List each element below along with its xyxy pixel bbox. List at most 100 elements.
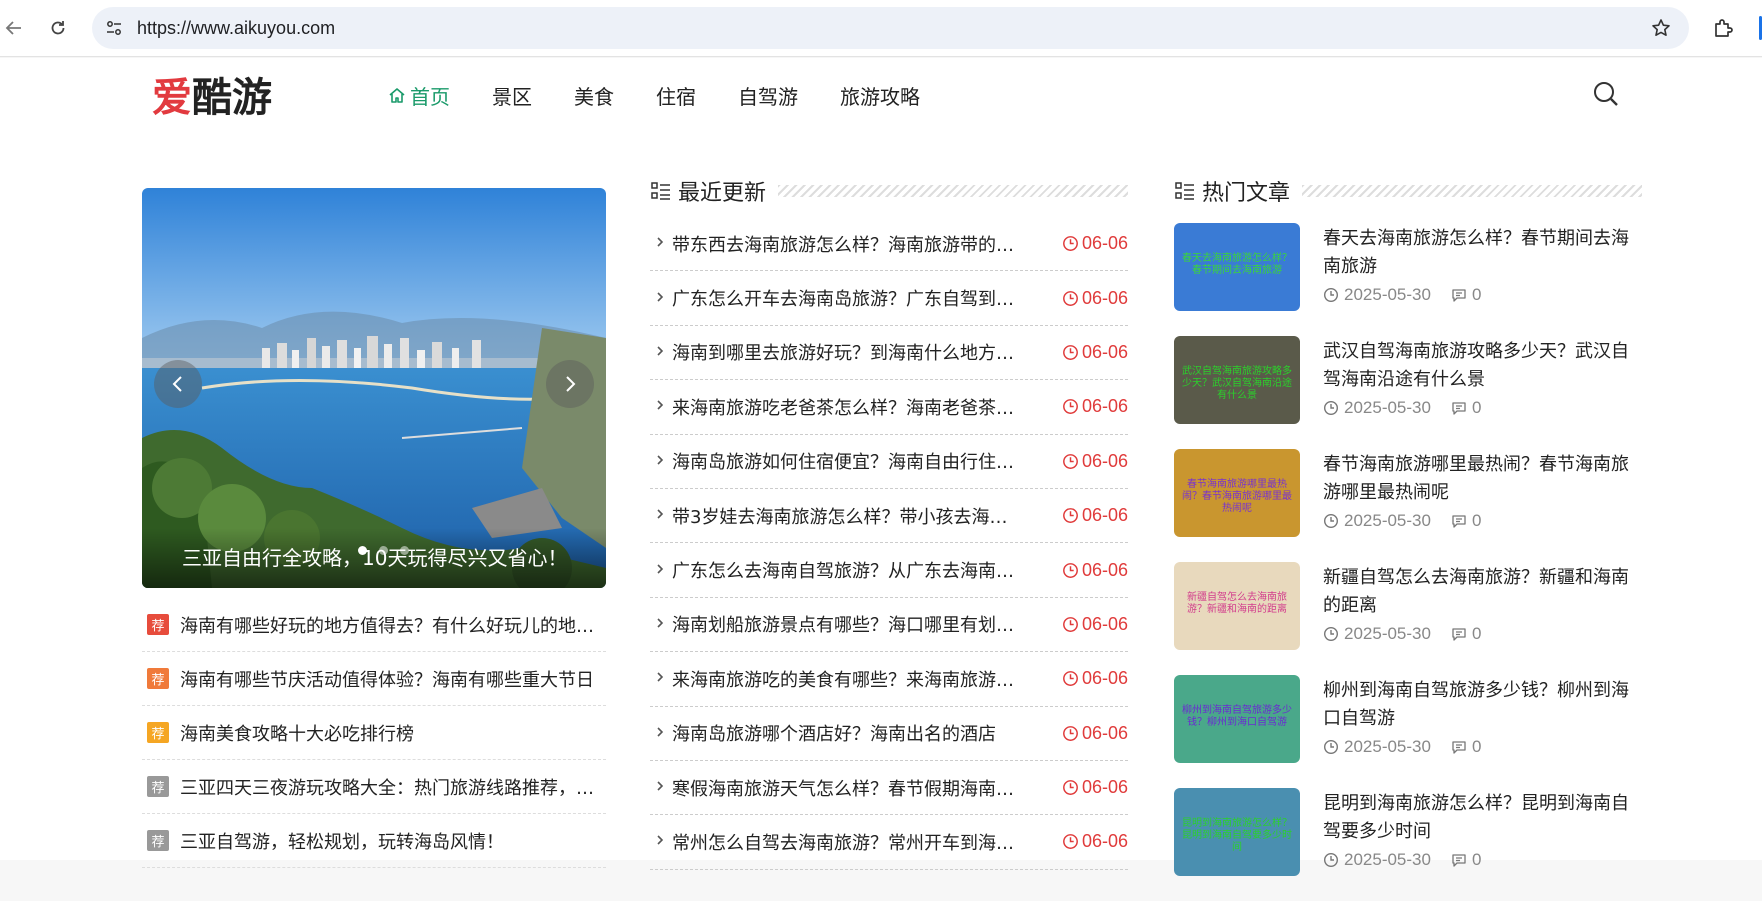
list-item[interactable]: 常州怎么自驾去海南旅游？常州开车到海口要多久 06-06 bbox=[650, 815, 1128, 870]
hero-slider[interactable]: 三亚自由行全攻略，10天玩得尽兴又省心！ bbox=[142, 188, 606, 588]
article-title[interactable]: 柳州到海南自驾旅游多少钱？柳州到海口自驾游 bbox=[1323, 677, 1641, 733]
article-meta: 2025-05-30 0 bbox=[1323, 398, 1481, 418]
article-date: 06-06 bbox=[1062, 777, 1128, 798]
list-item[interactable]: 来海南旅游吃的美食有哪些？来海南旅游吃什么 06-06 bbox=[650, 652, 1128, 707]
list-item[interactable]: 寒假海南旅游天气怎么样？春节假期海南天气如何 06-06 bbox=[650, 761, 1128, 816]
nav-scenic[interactable]: 景区 bbox=[492, 81, 532, 110]
article-thumbnail[interactable]: 新疆自驾怎么去海南旅游？新疆和海南的距离 bbox=[1174, 562, 1300, 650]
list-item[interactable]: 海南到哪里去旅游好玩？到海南什么地方好玩 06-06 bbox=[650, 326, 1128, 381]
article-title[interactable]: 海南有哪些节庆活动值得体验？海南有哪些重大节日 bbox=[180, 666, 594, 692]
article-title[interactable]: 海南岛旅游如何住宿便宜？海南自由行住宿攻略 bbox=[672, 448, 1024, 474]
site-info-icon[interactable] bbox=[102, 16, 126, 40]
nav-home[interactable]: 首页 bbox=[388, 81, 450, 110]
list-item[interactable]: 荐海南有哪些好玩的地方值得去？有什么好玩儿的地方值得推荐 bbox=[142, 598, 606, 652]
comment-icon bbox=[1451, 626, 1467, 642]
clock-icon bbox=[1062, 235, 1079, 252]
clock-icon bbox=[1062, 670, 1079, 687]
hot-article[interactable]: 新疆自驾怎么去海南旅游？新疆和海南的距离 新疆自驾怎么去海南旅游？新疆和海南的距离… bbox=[1174, 562, 1642, 675]
article-title[interactable]: 常州怎么自驾去海南旅游？常州开车到海口要多久 bbox=[672, 829, 1024, 855]
list-item[interactable]: 广东怎么去海南自驾旅游？从广东去海南有哪些方式 06-06 bbox=[650, 543, 1128, 598]
article-title[interactable]: 带3岁娃去海南旅游怎么样？带小孩去海南哪里好玩 bbox=[672, 503, 1024, 529]
article-title[interactable]: 来海南旅游吃的美食有哪些？来海南旅游吃什么 bbox=[672, 666, 1024, 692]
list-icon bbox=[1174, 180, 1196, 202]
slider-dot[interactable] bbox=[358, 546, 367, 555]
extensions-puzzle-icon[interactable] bbox=[1710, 14, 1738, 42]
comment-count: 0 bbox=[1471, 511, 1482, 530]
list-item[interactable]: 荐三亚四天三夜游玩攻略大全：热门旅游线路推荐，保姆级攻略 bbox=[142, 760, 606, 814]
bookmark-star-icon[interactable] bbox=[1649, 16, 1673, 40]
logo-text: 爱酷游 bbox=[152, 75, 272, 121]
article-title[interactable]: 海南岛旅游哪个酒店好？海南出名的酒店 bbox=[672, 720, 1024, 746]
hot-article[interactable]: 柳州到海南自驾旅游多少钱？柳州到海口自驾游 柳州到海南自驾旅游多少钱？柳州到海口自… bbox=[1174, 675, 1642, 788]
thumbnail-text: 春节海南旅游哪里最热闹？春节海南旅游哪里最热闹呢 bbox=[1182, 479, 1292, 514]
article-title[interactable]: 寒假海南旅游天气怎么样？春节假期海南天气如何 bbox=[672, 775, 1024, 801]
article-thumbnail[interactable]: 武汉自驾海南旅游攻略多少天？武汉自驾海南沿途有什么景 bbox=[1174, 336, 1300, 424]
list-item[interactable]: 来海南旅游吃老爸茶怎么样？海南老爸茶店推荐 06-06 bbox=[650, 380, 1128, 435]
list-item[interactable]: 海南岛旅游如何住宿便宜？海南自由行住宿攻略 06-06 bbox=[650, 435, 1128, 489]
list-item[interactable]: 海南岛旅游哪个酒店好？海南出名的酒店 06-06 bbox=[650, 707, 1128, 761]
page-content: 三亚自由行全攻略，10天玩得尽兴又省心！ 荐海南有哪些好玩的地方值得去？有什么好… bbox=[0, 132, 1762, 876]
article-title[interactable]: 春天去海南旅游怎么样？春节期间去海南旅游 bbox=[1323, 225, 1641, 281]
slider-dots bbox=[358, 546, 409, 555]
article-title[interactable]: 广东怎么开车去海南岛旅游？广东自驾到海南 bbox=[672, 285, 1024, 311]
date-text: 2025-05-30 bbox=[1344, 850, 1431, 869]
article-thumbnail[interactable]: 春节海南旅游哪里最热闹？春节海南旅游哪里最热闹呢 bbox=[1174, 449, 1300, 537]
slide-caption[interactable]: 三亚自由行全攻略，10天玩得尽兴又省心！ bbox=[142, 528, 606, 588]
nav-guides[interactable]: 旅游攻略 bbox=[840, 81, 920, 110]
address-bar[interactable]: https://www.aikuyou.com bbox=[92, 7, 1689, 49]
heading-divider bbox=[778, 185, 1128, 197]
article-title[interactable]: 昆明到海南旅游怎么样？昆明到海南自驾要多少时间 bbox=[1323, 790, 1641, 846]
article-title[interactable]: 三亚四天三夜游玩攻略大全：热门旅游线路推荐，保姆级攻略 bbox=[180, 774, 606, 800]
nav-food[interactable]: 美食 bbox=[574, 81, 614, 110]
search-icon[interactable] bbox=[1590, 78, 1622, 110]
site-logo[interactable]: 爱酷游 bbox=[152, 64, 272, 124]
list-item[interactable]: 带3岁娃去海南旅游怎么样？带小孩去海南哪里好玩 06-06 bbox=[650, 489, 1128, 544]
nav-self-drive[interactable]: 自驾游 bbox=[738, 81, 798, 110]
site-header: 爱酷游 首页 景区 美食 住宿 自驾游 旅游攻略 bbox=[0, 58, 1762, 132]
article-date: 06-06 bbox=[1062, 451, 1128, 472]
clock-icon bbox=[1323, 287, 1339, 303]
article-title[interactable]: 带东西去海南旅游怎么样？海南旅游带的东西 bbox=[672, 231, 1024, 257]
url-text[interactable]: https://www.aikuyou.com bbox=[137, 7, 335, 49]
hot-article[interactable]: 春节海南旅游哪里最热闹？春节海南旅游哪里最热闹呢 春节海南旅游哪里最热闹？春节海南… bbox=[1174, 449, 1642, 562]
slider-dot[interactable] bbox=[379, 546, 388, 555]
article-thumbnail[interactable]: 柳州到海南自驾旅游多少钱？柳州到海口自驾游 bbox=[1174, 675, 1300, 763]
recommend-badge: 荐 bbox=[147, 614, 169, 635]
list-item[interactable]: 广东怎么开车去海南岛旅游？广东自驾到海南 06-06 bbox=[650, 271, 1128, 326]
article-date: 06-06 bbox=[1062, 233, 1128, 254]
list-item[interactable]: 荐海南有哪些节庆活动值得体验？海南有哪些重大节日 bbox=[142, 652, 606, 706]
clock-icon bbox=[1062, 616, 1079, 633]
date-text: 06-06 bbox=[1081, 559, 1128, 580]
article-title[interactable]: 广东怎么去海南自驾旅游？从广东去海南有哪些方式 bbox=[672, 557, 1024, 583]
slider-dot[interactable] bbox=[400, 546, 409, 555]
article-title[interactable]: 海南划船旅游景点有哪些？海口哪里有划船的地方 bbox=[672, 611, 1024, 637]
hot-article[interactable]: 春天去海南旅游怎么样？春节期间去海南旅游 春天去海南旅游怎么样？春节期间去海南旅游… bbox=[1174, 223, 1642, 336]
date-text: 06-06 bbox=[1081, 831, 1128, 852]
list-item[interactable]: 荐海南美食攻略十大必吃排行榜 bbox=[142, 706, 606, 760]
slider-next-button[interactable] bbox=[546, 360, 594, 408]
article-date: 06-06 bbox=[1062, 505, 1128, 526]
nav-lodging[interactable]: 住宿 bbox=[656, 81, 696, 110]
list-icon bbox=[650, 180, 672, 202]
article-title[interactable]: 三亚自驾游，轻松规划，玩转海岛风情！ bbox=[180, 828, 504, 854]
hot-article[interactable]: 武汉自驾海南旅游攻略多少天？武汉自驾海南沿途有什么景 武汉自驾海南旅游攻略多少天？… bbox=[1174, 336, 1642, 449]
list-item[interactable]: 海南划船旅游景点有哪些？海口哪里有划船的地方 06-06 bbox=[650, 598, 1128, 653]
back-arrow-icon[interactable] bbox=[0, 14, 28, 42]
list-item[interactable]: 带东西去海南旅游怎么样？海南旅游带的东西 06-06 bbox=[650, 217, 1128, 272]
hot-article[interactable]: 昆明到海南旅游怎么样？昆明到海南自驾要多少时间 昆明到海南旅游怎么样？昆明到海南自… bbox=[1174, 788, 1642, 901]
article-title[interactable]: 来海南旅游吃老爸茶怎么样？海南老爸茶店推荐 bbox=[672, 394, 1024, 420]
reload-icon[interactable] bbox=[44, 14, 72, 42]
article-thumbnail[interactable]: 昆明到海南旅游怎么样？昆明到海南自驾要多少时间 bbox=[1174, 788, 1300, 876]
comment-count: 0 bbox=[1471, 737, 1482, 756]
slider-prev-button[interactable] bbox=[154, 360, 202, 408]
hot-list: 春天去海南旅游怎么样？春节期间去海南旅游 春天去海南旅游怎么样？春节期间去海南旅游… bbox=[1174, 223, 1642, 901]
article-thumbnail[interactable]: 春天去海南旅游怎么样？春节期间去海南旅游 bbox=[1174, 223, 1300, 311]
article-title[interactable]: 武汉自驾海南旅游攻略多少天？武汉自驾海南沿途有什么景 bbox=[1323, 338, 1641, 394]
article-title[interactable]: 海南美食攻略十大必吃排行榜 bbox=[180, 720, 414, 746]
article-title[interactable]: 海南有哪些好玩的地方值得去？有什么好玩儿的地方值得推荐 bbox=[180, 612, 606, 638]
article-title[interactable]: 海南到哪里去旅游好玩？到海南什么地方好玩 bbox=[672, 339, 1024, 365]
date-text: 06-06 bbox=[1081, 233, 1128, 254]
article-title[interactable]: 春节海南旅游哪里最热闹？春节海南旅游哪里最热闹呢 bbox=[1323, 451, 1641, 507]
article-title[interactable]: 新疆自驾怎么去海南旅游？新疆和海南的距离 bbox=[1323, 564, 1641, 620]
article-date: 06-06 bbox=[1062, 668, 1128, 689]
